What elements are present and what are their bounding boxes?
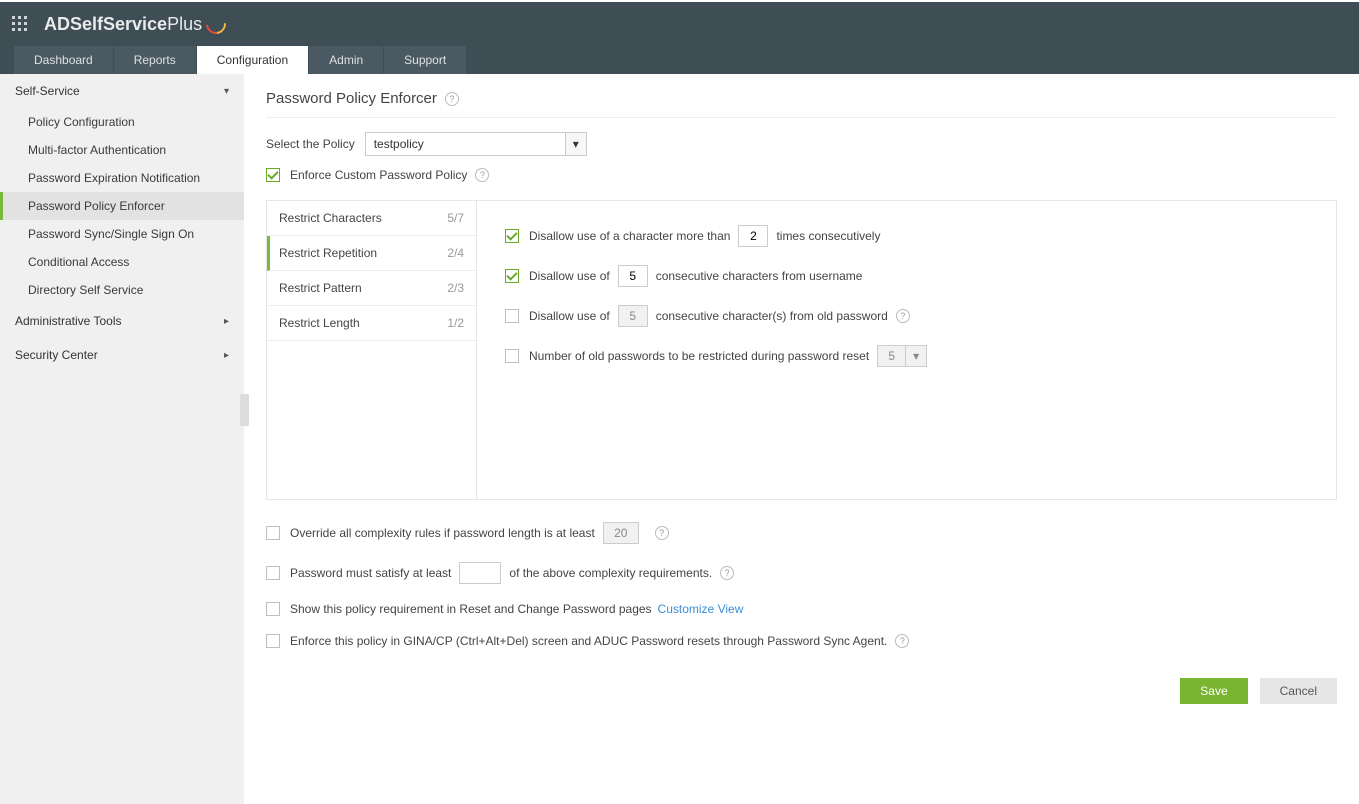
- policy-select[interactable]: testpolicy ▾: [365, 132, 587, 156]
- chevron-down-icon[interactable]: ▾: [565, 132, 587, 156]
- sidebar-section-label: Administrative Tools: [15, 314, 122, 328]
- customize-view-link[interactable]: Customize View: [658, 602, 744, 616]
- satisfy-count-checkbox[interactable]: [266, 566, 280, 580]
- main-tabbar: Dashboard Reports Configuration Admin Su…: [0, 46, 1359, 74]
- chevron-right-icon: ▸: [224, 350, 229, 361]
- ptab-restrict-repetition[interactable]: Restrict Repetition2/4: [267, 236, 476, 271]
- rule-username-chars: Disallow use of consecutive characters f…: [505, 265, 1308, 287]
- ptab-restrict-characters[interactable]: Restrict Characters5/7: [267, 201, 476, 236]
- tab-dashboard[interactable]: Dashboard: [14, 46, 113, 74]
- enforce-gina-checkbox[interactable]: [266, 634, 280, 648]
- save-button[interactable]: Save: [1180, 678, 1247, 704]
- sidebar-section-admin-tools[interactable]: Administrative Tools ▸: [0, 304, 244, 338]
- sidebar-item-pwd-expiry[interactable]: Password Expiration Notification: [0, 164, 244, 192]
- help-icon[interactable]: ?: [720, 566, 734, 580]
- sidebar: Self-Service ▾ Policy Configuration Mult…: [0, 74, 244, 804]
- main-content: Password Policy Enforcer ? Select the Po…: [244, 74, 1359, 804]
- sidebar-item-pwd-policy-enforcer[interactable]: Password Policy Enforcer: [0, 192, 244, 220]
- show-in-pages-checkbox[interactable]: [266, 602, 280, 616]
- enforce-custom-checkbox[interactable]: [266, 168, 280, 182]
- chevron-down-icon: ▾: [224, 86, 229, 97]
- tab-support[interactable]: Support: [384, 46, 466, 74]
- chevron-down-icon[interactable]: ▾: [905, 345, 927, 367]
- rule-oldpwd-chars-checkbox[interactable]: [505, 309, 519, 323]
- help-icon[interactable]: ?: [896, 309, 910, 323]
- sidebar-item-policy-configuration[interactable]: Policy Configuration: [0, 108, 244, 136]
- tab-reports[interactable]: Reports: [114, 46, 196, 74]
- satisfy-count-input[interactable]: [459, 562, 501, 584]
- ptab-restrict-pattern[interactable]: Restrict Pattern2/3: [267, 271, 476, 306]
- sidebar-item-conditional-access[interactable]: Conditional Access: [0, 248, 244, 276]
- cancel-button[interactable]: Cancel: [1260, 678, 1337, 704]
- rule-oldpwd-count-select[interactable]: 5 ▾: [877, 345, 927, 367]
- override-length-input[interactable]: [603, 522, 639, 544]
- show-in-pages-rule: Show this policy requirement in Reset an…: [266, 602, 1337, 616]
- sidebar-section-security-center[interactable]: Security Center ▸: [0, 338, 244, 372]
- sidebar-collapse-handle[interactable]: [240, 394, 249, 426]
- topbar: ADSelfService Plus: [0, 0, 1359, 46]
- override-length-checkbox[interactable]: [266, 526, 280, 540]
- help-icon[interactable]: ?: [475, 168, 489, 182]
- panel-body: Disallow use of a character more than ti…: [477, 201, 1336, 499]
- policy-select-value: testpolicy: [365, 132, 565, 156]
- rule-username-chars-input[interactable]: [618, 265, 648, 287]
- swirl-icon: [202, 10, 230, 38]
- restrict-panel: Restrict Characters5/7 Restrict Repetiti…: [266, 200, 1337, 500]
- rule-oldpwd-chars-input[interactable]: [618, 305, 648, 327]
- sidebar-section-self-service[interactable]: Self-Service ▾: [0, 74, 244, 108]
- rule-oldpwd-chars: Disallow use of consecutive character(s)…: [505, 305, 1308, 327]
- brand-name-a: ADSelfService: [44, 14, 167, 35]
- page-title: Password Policy Enforcer ?: [266, 90, 1337, 118]
- brand-logo: ADSelfService Plus: [44, 14, 226, 35]
- satisfy-count-rule: Password must satisfy at least of the ab…: [266, 562, 1337, 584]
- rule-oldpwd-count-checkbox[interactable]: [505, 349, 519, 363]
- panel-tablist: Restrict Characters5/7 Restrict Repetiti…: [267, 201, 477, 499]
- button-bar: Save Cancel: [266, 678, 1337, 704]
- ptab-restrict-length[interactable]: Restrict Length1/2: [267, 306, 476, 341]
- sidebar-item-sso[interactable]: Password Sync/Single Sign On: [0, 220, 244, 248]
- rule-repeat-char-input[interactable]: [738, 225, 768, 247]
- help-icon[interactable]: ?: [655, 526, 669, 540]
- select-policy-label: Select the Policy: [266, 137, 355, 151]
- tab-configuration[interactable]: Configuration: [197, 46, 308, 74]
- sidebar-section-label: Security Center: [15, 348, 98, 362]
- brand-name-b: Plus: [167, 14, 202, 35]
- rule-repeat-char: Disallow use of a character more than ti…: [505, 225, 1308, 247]
- help-icon[interactable]: ?: [445, 92, 459, 106]
- rule-repeat-char-checkbox[interactable]: [505, 229, 519, 243]
- apps-grid-icon[interactable]: [12, 16, 28, 32]
- enforce-gina-rule: Enforce this policy in GINA/CP (Ctrl+Alt…: [266, 634, 1337, 648]
- chevron-right-icon: ▸: [224, 316, 229, 327]
- tab-admin[interactable]: Admin: [309, 46, 383, 74]
- rule-oldpwd-count: Number of old passwords to be restricted…: [505, 345, 1308, 367]
- rule-username-chars-checkbox[interactable]: [505, 269, 519, 283]
- enforce-custom-label: Enforce Custom Password Policy: [290, 168, 467, 182]
- sidebar-item-directory-self-service[interactable]: Directory Self Service: [0, 276, 244, 304]
- help-icon[interactable]: ?: [895, 634, 909, 648]
- override-length-rule: Override all complexity rules if passwor…: [266, 522, 1337, 544]
- sidebar-item-mfa[interactable]: Multi-factor Authentication: [0, 136, 244, 164]
- sidebar-section-label: Self-Service: [15, 84, 80, 98]
